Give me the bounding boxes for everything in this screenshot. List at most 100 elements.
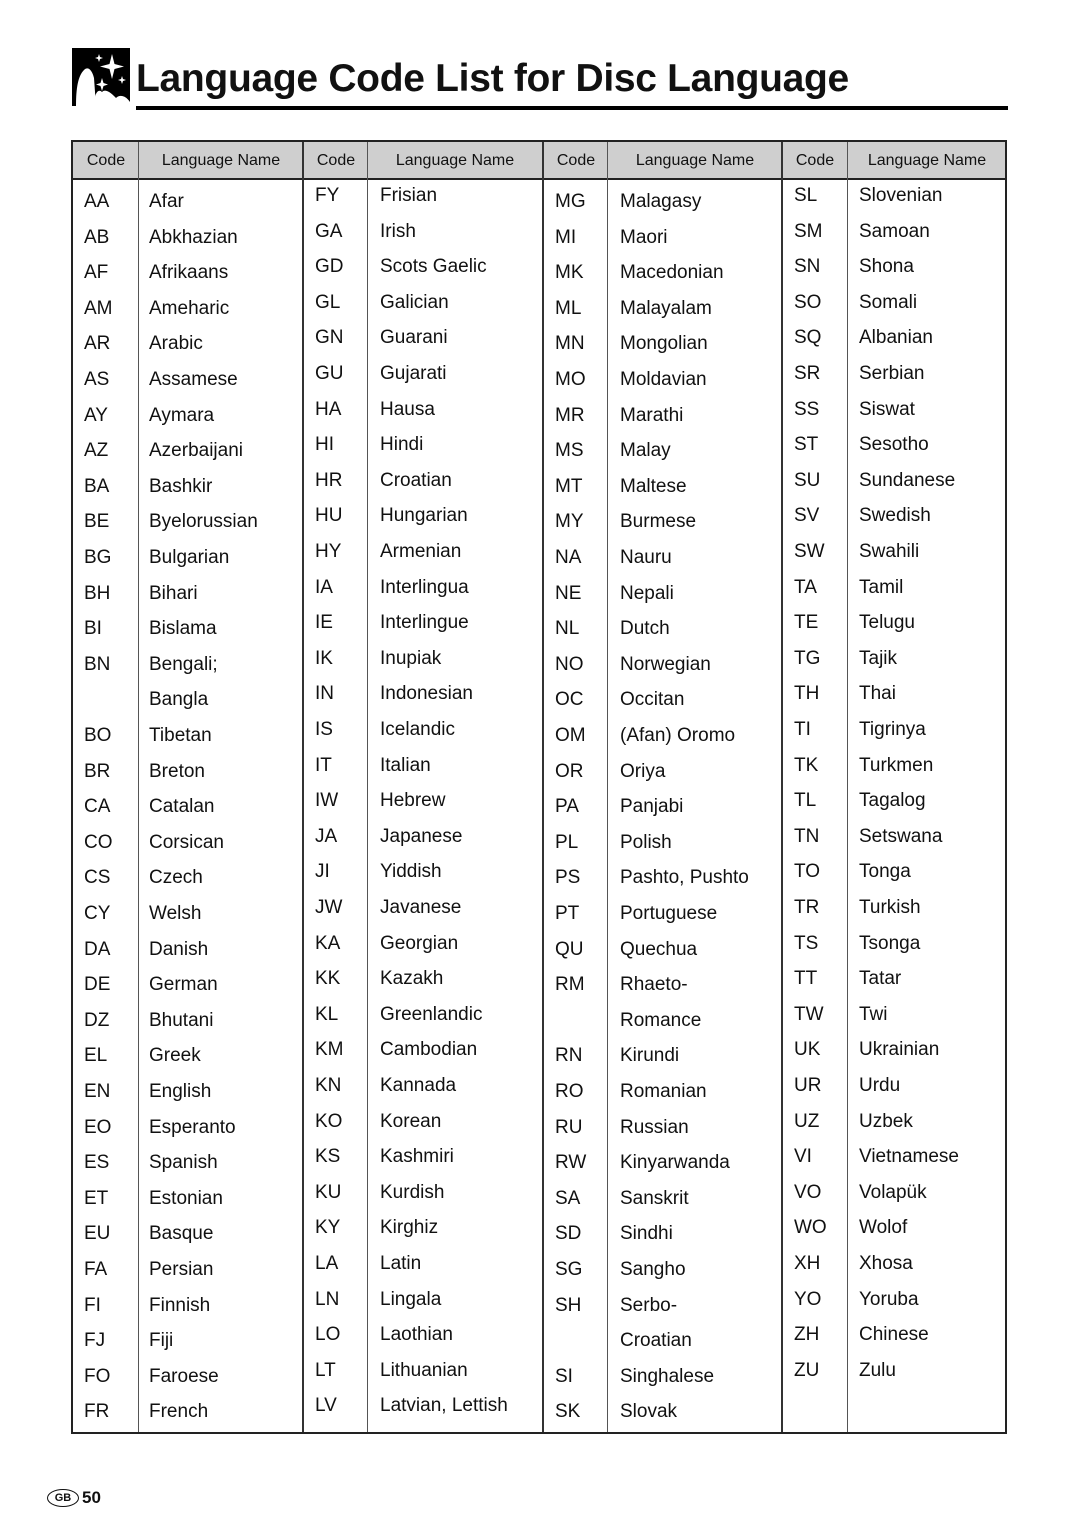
language-code: ZU [794, 1359, 820, 1381]
language-name: Azerbaijani [149, 440, 243, 462]
language-name: Samoan [859, 220, 930, 242]
language-name: Croatian [380, 469, 452, 491]
language-code: FY [315, 185, 340, 206]
column-divider [847, 142, 848, 1432]
language-name: Shona [859, 256, 914, 278]
language-code: SV [794, 505, 820, 527]
language-code: DZ [84, 1009, 110, 1031]
language-name: Aymara [149, 404, 215, 426]
language-code: EL [84, 1045, 108, 1067]
language-name: Polish [620, 831, 672, 853]
header-language-name: Language Name [395, 152, 515, 169]
language-name: Pashto, Pushto [620, 867, 749, 889]
language-name: Danish [149, 938, 209, 960]
language-name: Nepali [620, 582, 674, 604]
header-language-name: Language Name [867, 152, 987, 169]
language-name: Bihari [149, 582, 198, 604]
language-code: KY [315, 1217, 341, 1239]
language-name: Hebrew [380, 790, 446, 812]
language-code: AS [84, 369, 110, 390]
language-name: Slovak [620, 1401, 678, 1423]
language-code: CS [84, 867, 111, 889]
language-name: Greenlandic [380, 1003, 483, 1025]
language-name: Swahili [859, 541, 920, 562]
language-code: TW [794, 1003, 824, 1025]
language-name: Afar [149, 191, 184, 212]
language-code: SU [794, 469, 821, 491]
language-name: Zulu [859, 1359, 896, 1381]
language-code: GN [315, 327, 344, 349]
language-code: PT [555, 903, 580, 924]
language-code: GD [315, 256, 344, 278]
language-code: BR [84, 760, 111, 782]
language-code: DA [84, 938, 111, 960]
language-code: ET [84, 1187, 109, 1209]
language-code: EO [84, 1116, 112, 1138]
language-name: Turkish [859, 897, 921, 918]
language-code: SR [794, 363, 821, 384]
table-header-row: Code Language Name Code Language Name Co… [73, 142, 1005, 180]
header-code: Code [795, 152, 835, 169]
language-name: Georgian [380, 932, 459, 954]
language-code: CA [84, 796, 111, 818]
language-name: Siswat [859, 398, 915, 420]
language-name: Dutch [620, 618, 670, 640]
language-code: SA [555, 1187, 581, 1209]
language-name: Czech [149, 867, 203, 889]
page-title: Language Code List for Disc Language [136, 57, 849, 100]
language-name: Romance [620, 1009, 702, 1031]
language-name: Corsican [149, 831, 224, 853]
language-code: UZ [794, 1110, 820, 1132]
language-name: Volapük [859, 1181, 927, 1203]
language-name: Xhosa [859, 1253, 913, 1274]
language-code: BN [84, 653, 111, 675]
language-name: Bulgarian [149, 547, 230, 568]
language-name: Kazakh [380, 968, 444, 990]
language-code: VI [794, 1146, 812, 1168]
language-name: Hindi [380, 434, 424, 456]
language-name: Occitan [620, 689, 685, 711]
language-code: AM [84, 297, 113, 319]
language-name: Latin [380, 1253, 422, 1274]
language-name: Panjabi [620, 796, 684, 818]
language-code: OM [555, 725, 586, 746]
language-code: ML [555, 297, 582, 319]
language-name: Bislama [149, 618, 217, 640]
language-code: BG [84, 547, 112, 568]
language-name: Croatian [620, 1330, 692, 1352]
language-name: Maltese [620, 475, 687, 497]
language-code: UR [794, 1075, 822, 1096]
language-name: Russian [620, 1116, 689, 1138]
region-badge: GB [47, 1489, 79, 1507]
language-name: Greek [149, 1045, 201, 1067]
language-code: MS [555, 440, 584, 462]
language-code: ES [84, 1152, 110, 1174]
language-code: MO [555, 369, 586, 390]
language-name: Mongolian [620, 333, 708, 355]
language-name: Guarani [380, 327, 448, 349]
language-name: Assamese [149, 369, 238, 390]
language-name: Catalan [149, 796, 215, 818]
language-code: PS [555, 867, 581, 889]
language-code: RU [555, 1116, 583, 1138]
language-name: Twi [859, 1003, 888, 1025]
language-code: RM [555, 974, 585, 996]
language-name: Arabic [149, 333, 203, 355]
language-name: Telugu [859, 612, 915, 634]
language-name: Icelandic [380, 719, 455, 740]
language-code: RW [555, 1152, 587, 1174]
language-name: Persian [149, 1259, 214, 1280]
language-code: IE [315, 612, 333, 634]
language-name: Kirghiz [380, 1217, 439, 1239]
language-code: PL [555, 831, 579, 853]
language-code: BH [84, 582, 111, 604]
language-name: Irish [380, 220, 416, 242]
group-divider [781, 142, 783, 1432]
language-name: Scots Gaelic [380, 256, 487, 278]
language-name: Bangla [149, 689, 209, 711]
language-code: LV [315, 1395, 337, 1417]
language-name: Tsonga [859, 932, 921, 954]
language-code: SQ [794, 327, 822, 349]
language-name: Urdu [859, 1075, 901, 1096]
language-code: IS [315, 719, 333, 740]
